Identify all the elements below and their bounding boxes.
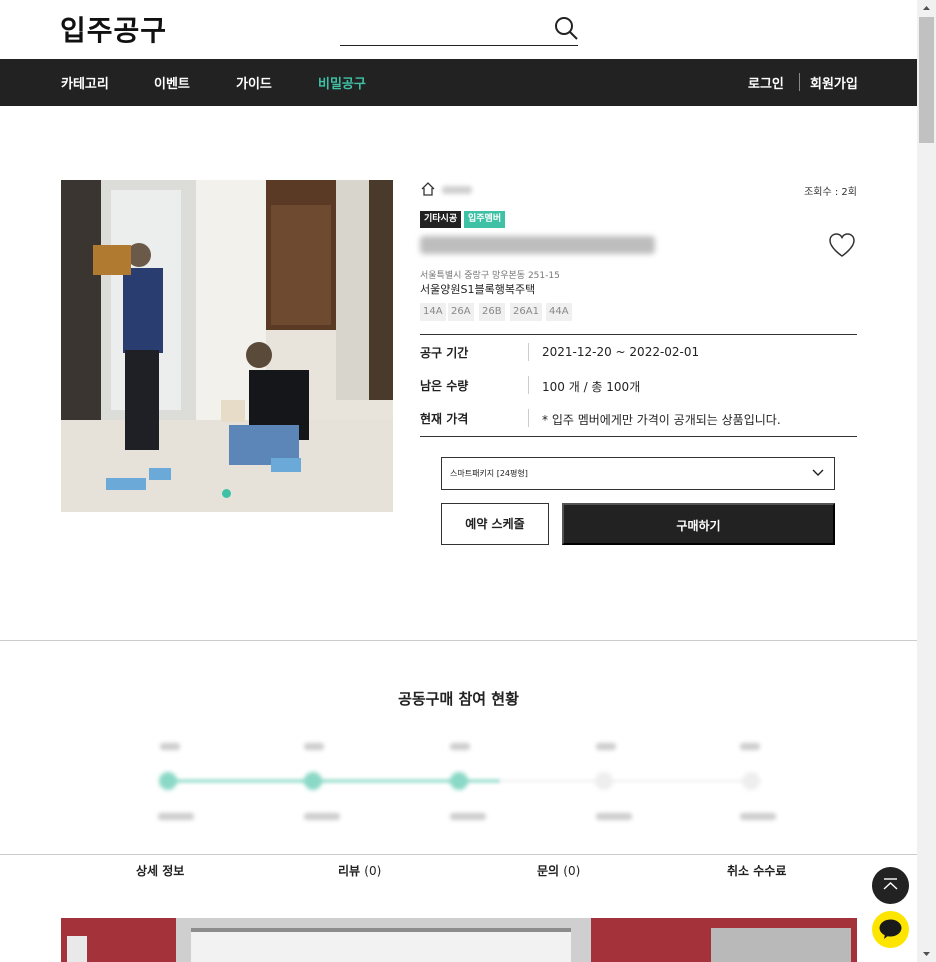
progress-step-label [304, 743, 324, 750]
period-label: 공구 기간 [420, 346, 469, 360]
tab-count: (0) [563, 864, 581, 878]
product-photo-illustration [61, 180, 393, 512]
remain-value: 100 개 / 총 100개 [542, 380, 641, 394]
reserve-schedule-button[interactable]: 예약 스케줄 [441, 503, 549, 545]
tab-label: 취소 수수료 [727, 864, 787, 878]
complex-name: 서울양원S1블록행복주택 [420, 283, 536, 296]
search-icon[interactable] [554, 16, 578, 40]
progress-node [304, 772, 322, 790]
type-tag: 26B [479, 303, 505, 321]
type-tag: 44A [546, 303, 572, 321]
scrollbar-thumb[interactable] [919, 17, 934, 143]
heart-icon[interactable] [828, 232, 856, 258]
page-scrollbar[interactable] [917, 0, 936, 962]
member-badge: 입주멤버 [464, 211, 506, 228]
section-divider [0, 640, 917, 641]
progress-node [159, 772, 177, 790]
scroll-down-arrow-icon[interactable] [917, 945, 936, 962]
main-nav: 카테고리 이벤트 가이드 비밀공구 로그인 회원가입 [0, 59, 917, 106]
slide-indicator-dot[interactable] [222, 489, 231, 498]
signup-link[interactable]: 회원가입 [810, 73, 858, 92]
progress-node [595, 772, 613, 790]
progress-step-label [450, 743, 470, 750]
remain-label: 남은 수량 [420, 379, 469, 393]
type-tag: 26A1 [510, 303, 542, 321]
type-tag: 26A [448, 303, 474, 321]
info-separator [528, 343, 529, 361]
info-bottom-rule [420, 436, 857, 437]
buy-button[interactable]: 구매하기 [562, 503, 835, 545]
tab-reviews[interactable]: 리뷰 (0) [338, 862, 381, 879]
progress-step-price [450, 813, 486, 820]
price-value: * 입주 멤버에게만 가격이 공개되는 상품입니다. [542, 413, 781, 427]
nav-divider [799, 73, 800, 91]
chat-bubble-icon [879, 919, 902, 939]
nav-item-event[interactable]: 이벤트 [154, 73, 190, 92]
price-label: 현재 가격 [420, 412, 469, 426]
progress-step-price [158, 813, 194, 820]
period-value: 2021-12-20 ~ 2022-02-01 [542, 345, 700, 359]
site-logo[interactable]: 입주공구 [60, 9, 167, 49]
info-separator [528, 409, 529, 427]
progress-step-label [740, 743, 760, 750]
tab-count: (0) [364, 864, 382, 878]
scroll-top-button[interactable] [872, 867, 909, 904]
view-count: 조회수 : 2회 [804, 187, 857, 198]
progress-step-price [740, 813, 776, 820]
product-address: 서울특별시 중랑구 망우본동 251-15 [420, 271, 560, 281]
detail-image [61, 918, 857, 962]
nav-item-secret-deal[interactable]: 비밀공구 [318, 73, 366, 92]
option-select-value: 스마트패키지 [24평형] [450, 469, 528, 478]
arrow-up-icon [883, 878, 898, 890]
search-input[interactable] [340, 10, 578, 46]
home-icon[interactable] [420, 181, 436, 197]
tab-label: 리뷰 [338, 864, 361, 878]
tabs-divider [0, 854, 917, 855]
breadcrumb [442, 186, 472, 194]
tab-label: 문의 [537, 864, 560, 878]
product-image[interactable] [61, 180, 393, 512]
progress-node [450, 772, 468, 790]
login-link[interactable]: 로그인 [748, 73, 784, 92]
progress-step-label [160, 743, 180, 750]
tab-inquiry[interactable]: 문의 (0) [537, 862, 580, 879]
info-top-rule [420, 334, 857, 335]
progress-step-price [304, 813, 340, 820]
chevron-down-icon [812, 469, 824, 476]
kakao-chat-button[interactable] [872, 911, 909, 948]
progress-step-price [596, 813, 632, 820]
option-select[interactable]: 스마트패키지 [24평형] [441, 457, 835, 490]
header: 입주공구 [0, 0, 917, 59]
tab-detail-info[interactable]: 상세 정보 [136, 862, 184, 879]
tab-label: 상세 정보 [136, 864, 185, 878]
nav-item-category[interactable]: 카테고리 [61, 73, 109, 92]
scroll-up-arrow-icon[interactable] [917, 0, 936, 17]
progress-step-label [596, 743, 616, 750]
type-tag: 14A [420, 303, 446, 321]
product-title [420, 236, 655, 254]
info-separator [528, 376, 529, 394]
nav-item-guide[interactable]: 가이드 [236, 73, 272, 92]
progress-node [742, 772, 760, 790]
category-badge: 기타시공 [420, 211, 462, 228]
participation-title: 공동구매 참여 현황 [398, 690, 519, 708]
progress-track-empty [500, 780, 760, 782]
tab-cancel-fee[interactable]: 취소 수수료 [727, 862, 786, 879]
